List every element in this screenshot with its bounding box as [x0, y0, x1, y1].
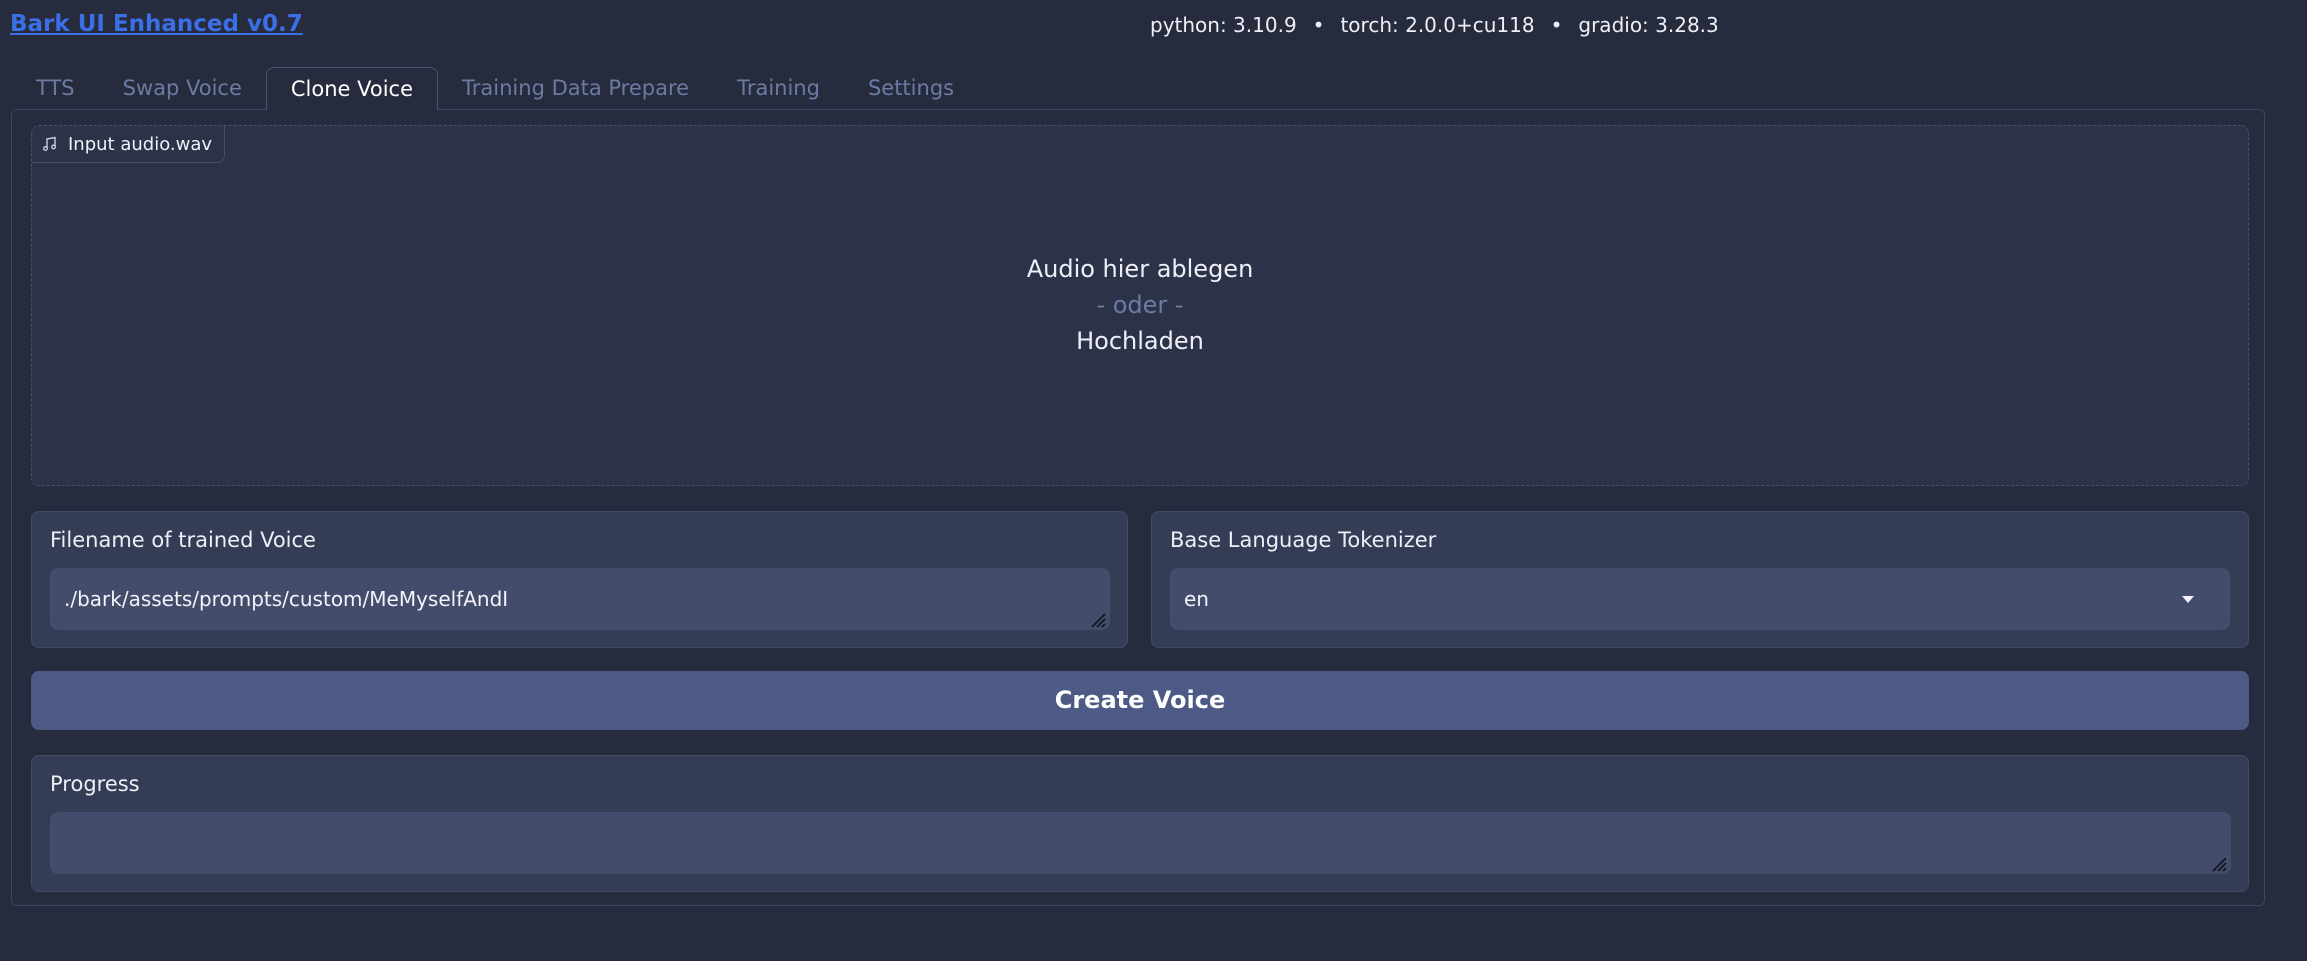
tokenizer-field-label: Base Language Tokenizer: [1170, 528, 1437, 552]
tab-bar: TTS Swap Voice Clone Voice Training Data…: [12, 66, 978, 110]
app-title-link[interactable]: Bark UI Enhanced v0.7: [10, 11, 303, 37]
clone-voice-panel: Input audio.wav Audio hier ablegen - ode…: [11, 109, 2265, 906]
tab-clone-voice[interactable]: Clone Voice: [265, 67, 439, 110]
upload-text[interactable]: Hochladen: [32, 323, 2248, 359]
tokenizer-selected-value: en: [1184, 587, 1209, 611]
separator-dot: •: [1550, 13, 1563, 37]
audio-input-label: Input audio.wav: [32, 126, 226, 163]
progress-field-box: Progress: [31, 755, 2249, 892]
resize-grip-icon[interactable]: [1088, 610, 1106, 628]
resize-grip-icon[interactable]: [2209, 854, 2227, 872]
tokenizer-select[interactable]: en: [1170, 568, 2230, 630]
audio-upload-dropzone[interactable]: Input audio.wav Audio hier ablegen - ode…: [31, 125, 2249, 486]
tab-training-data-prepare[interactable]: Training Data Prepare: [438, 67, 713, 110]
tab-swap-voice[interactable]: Swap Voice: [99, 67, 266, 110]
create-voice-button[interactable]: Create Voice: [31, 671, 2249, 730]
progress-output[interactable]: [50, 812, 2231, 874]
chevron-down-icon: [2182, 596, 2194, 603]
gradio-version: gradio: 3.28.3: [1578, 13, 1719, 37]
separator-dot: •: [1312, 13, 1325, 37]
dropzone-instructions: Audio hier ablegen - oder - Hochladen: [32, 251, 2248, 359]
tab-settings[interactable]: Settings: [844, 67, 978, 110]
music-note-icon: [42, 136, 58, 152]
drop-audio-text: Audio hier ablegen: [1026, 255, 1254, 283]
version-info: python: 3.10.9 • torch: 2.0.0+cu118 • gradio…: [1150, 13, 1719, 37]
audio-input-label-text: Input audio.wav: [68, 133, 213, 155]
tokenizer-field-box: Base Language Tokenizer en: [1151, 511, 2249, 648]
filename-field-label: Filename of trained Voice: [50, 528, 316, 552]
tab-tts[interactable]: TTS: [12, 67, 99, 110]
filename-input[interactable]: ./bark/assets/prompts/custom/MeMyselfAnd…: [50, 568, 1110, 630]
header: Bark UI Enhanced v0.7 python: 3.10.9 • tor…: [0, 0, 2307, 54]
tab-training[interactable]: Training: [713, 67, 844, 110]
filename-field-box: Filename of trained Voice ./bark/assets/…: [31, 511, 1128, 648]
python-version: python: 3.10.9: [1150, 13, 1297, 37]
or-text: - oder -: [1096, 291, 1184, 319]
progress-field-label: Progress: [50, 772, 140, 796]
torch-version: torch: 2.0.0+cu118: [1340, 13, 1535, 37]
